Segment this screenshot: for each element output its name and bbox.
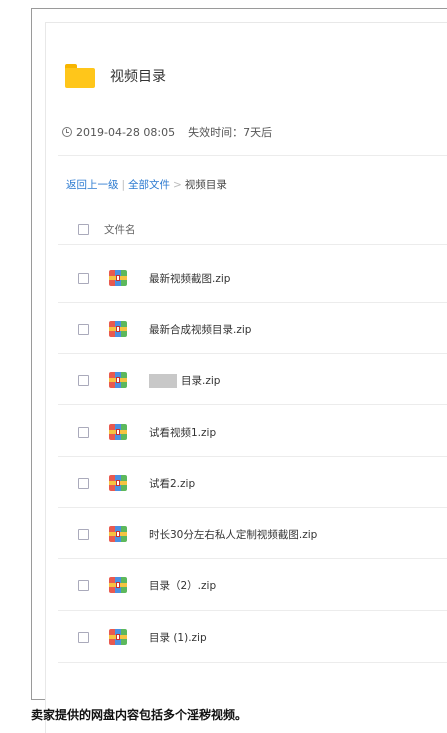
zip-file-icon — [109, 577, 127, 593]
breadcrumb: 返回上一级 | 全部文件 > 视频目录 — [66, 177, 227, 192]
row-checkbox[interactable] — [78, 477, 89, 489]
clock-icon — [62, 127, 72, 137]
table-row[interactable]: 试看视频1.zip — [78, 412, 216, 452]
divider — [58, 302, 447, 303]
divider — [58, 558, 447, 559]
zip-file-icon — [109, 475, 127, 491]
file-name[interactable]: 试看视频1.zip — [149, 425, 216, 440]
table-row[interactable]: 最新合成视频目录.zip — [78, 309, 251, 349]
row-checkbox[interactable] — [78, 579, 89, 591]
divider — [58, 507, 447, 508]
divider — [58, 155, 447, 156]
divider — [58, 404, 447, 405]
breadcrumb-back-link[interactable]: 返回上一级 — [66, 177, 119, 192]
zip-file-icon — [109, 372, 127, 388]
row-checkbox[interactable] — [78, 323, 89, 335]
file-name[interactable]: 最新合成视频目录.zip — [149, 322, 251, 337]
breadcrumb-all-files-link[interactable]: 全部文件 — [128, 177, 170, 192]
folder-title: 视频目录 — [110, 69, 166, 85]
file-name[interactable]: 目录 (1).zip — [149, 630, 207, 645]
zip-file-icon — [109, 526, 127, 542]
table-row[interactable]: 目录.zip — [78, 360, 220, 400]
row-checkbox[interactable] — [78, 374, 89, 386]
table-row[interactable]: 试看2.zip — [78, 463, 195, 503]
file-name[interactable]: 最新视频截图.zip — [149, 271, 230, 286]
zip-file-icon — [109, 424, 127, 440]
row-checkbox[interactable] — [78, 528, 89, 540]
row-checkbox[interactable] — [78, 631, 89, 643]
divider — [58, 456, 447, 457]
file-name[interactable]: 试看2.zip — [149, 476, 195, 491]
list-header: 文件名 — [78, 222, 136, 237]
file-name[interactable]: 时长30分左右私人定制视频截图.zip — [149, 527, 317, 542]
folder-icon — [65, 64, 95, 88]
table-row[interactable]: 目录 (1).zip — [78, 617, 207, 657]
divider — [58, 244, 447, 245]
table-row[interactable]: 最新视频截图.zip — [78, 258, 230, 298]
expiry-label: 失效时间： — [188, 126, 244, 139]
select-all-checkbox[interactable] — [78, 224, 89, 235]
figure-caption: 卖家提供的网盘内容包括多个淫秽视频。 — [31, 708, 248, 722]
divider — [58, 662, 447, 663]
zip-file-icon — [109, 321, 127, 337]
row-checkbox[interactable] — [78, 272, 89, 284]
file-name[interactable]: 目录.zip — [149, 373, 220, 388]
row-checkbox[interactable] — [78, 426, 89, 438]
redacted-text — [149, 373, 177, 388]
divider — [58, 610, 447, 611]
share-meta: 2019-04-28 08:05 失效时间： 7天后 — [62, 124, 272, 140]
breadcrumb-divider: | — [121, 178, 126, 191]
table-row[interactable]: 时长30分左右私人定制视频截图.zip — [78, 514, 317, 554]
table-row[interactable]: 目录（2）.zip — [78, 565, 216, 605]
zip-file-icon — [109, 629, 127, 645]
folder-header: 视频目录 — [65, 56, 166, 96]
zip-file-icon — [109, 270, 127, 286]
filename-column-header: 文件名 — [104, 224, 136, 236]
share-date: 2019-04-28 08:05 — [76, 125, 176, 139]
file-name[interactable]: 目录（2）.zip — [149, 578, 216, 593]
breadcrumb-current: 视频目录 — [184, 179, 227, 191]
divider — [58, 353, 447, 354]
breadcrumb-separator: > — [173, 178, 182, 191]
expiry-value: 7天后 — [243, 126, 273, 139]
